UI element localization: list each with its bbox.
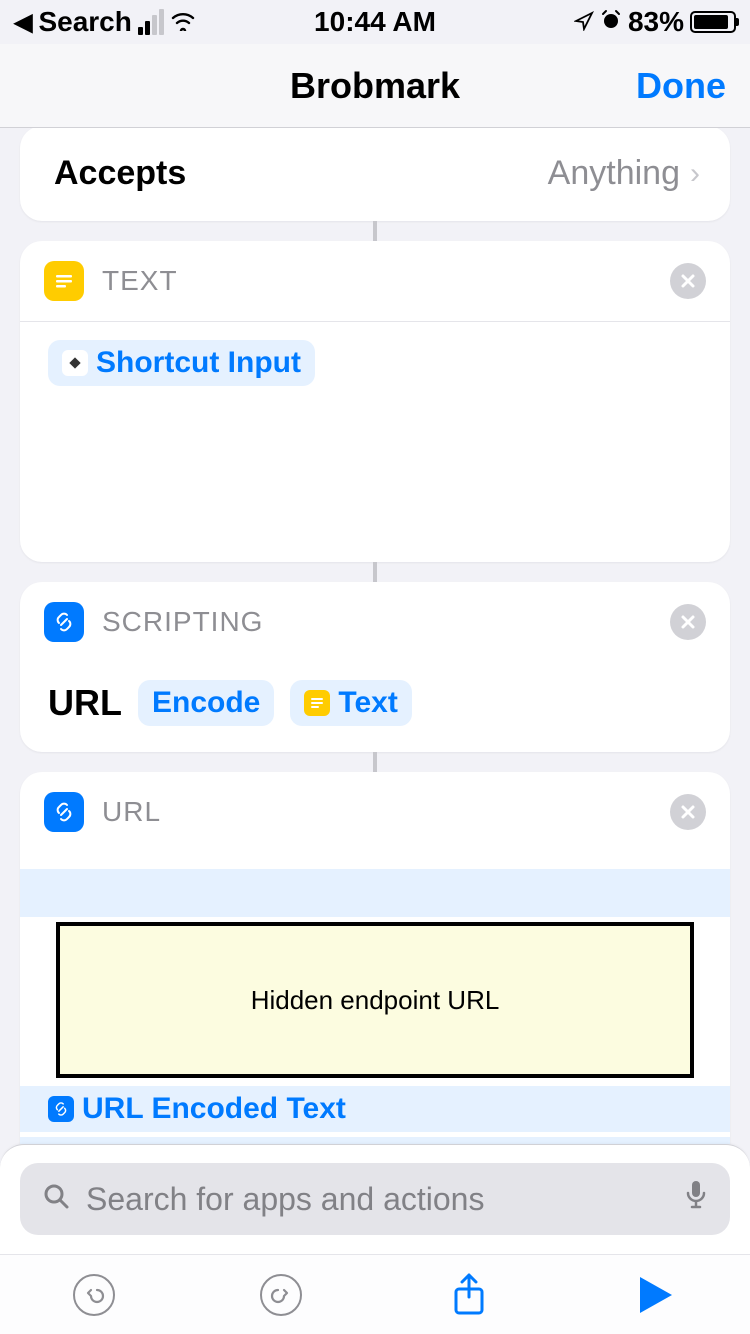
back-triangle-icon[interactable]: ◀ — [14, 8, 32, 37]
url-encoded-text-token[interactable]: URL Encoded Text — [48, 1090, 346, 1128]
scripting-action-card[interactable]: SCRIPTING URL Encode Text — [20, 582, 730, 752]
search-icon — [42, 1181, 70, 1218]
accepts-value[interactable]: Anything › — [548, 154, 700, 193]
delete-scripting-action-button[interactable] — [670, 604, 706, 640]
text-action-body[interactable]: Shortcut Input — [20, 322, 730, 562]
url-action-card[interactable]: URL Hidden endpoint URL URL Encoded Text — [20, 772, 730, 1144]
status-bar: ◀ Search 10:44 AM 83% — [0, 0, 750, 44]
hidden-url-overlay: Hidden endpoint URL — [56, 922, 694, 1078]
play-icon — [640, 1277, 672, 1313]
microphone-icon[interactable] — [684, 1179, 708, 1219]
encode-param-token[interactable]: Encode — [138, 680, 274, 726]
url-text-line — [20, 1137, 730, 1144]
link-icon — [44, 602, 84, 642]
shortcut-input-token-icon — [62, 350, 88, 376]
url-label: URL — [48, 682, 122, 724]
url-action-title: URL — [102, 796, 161, 828]
wifi-icon — [170, 6, 196, 38]
accepts-card[interactable]: Accepts Anything › — [20, 128, 730, 221]
url-action-body[interactable]: Hidden endpoint URL URL Encoded Text — [20, 852, 730, 1144]
shortcut-input-token[interactable]: Shortcut Input — [48, 340, 315, 386]
scripting-action-body: URL Encode Text — [20, 662, 730, 752]
text-action-card[interactable]: TEXT Shortcut Input — [20, 241, 730, 562]
battery-icon — [690, 11, 736, 33]
connector-line — [373, 562, 377, 582]
alarm-icon — [600, 6, 622, 38]
status-left: ◀ Search — [14, 6, 196, 38]
link-token-icon — [48, 1096, 74, 1122]
text-token-icon — [304, 690, 330, 716]
status-time: 10:44 AM — [314, 6, 436, 38]
share-button[interactable] — [447, 1273, 491, 1317]
workflow-content: Accepts Anything › TEXT Shortcut In — [0, 128, 750, 1144]
delete-url-action-button[interactable] — [670, 794, 706, 830]
link-icon — [44, 792, 84, 832]
search-input[interactable]: Search for apps and actions — [20, 1163, 730, 1235]
search-placeholder: Search for apps and actions — [86, 1181, 668, 1218]
scripting-action-title: SCRIPTING — [102, 606, 263, 638]
connector-line — [373, 752, 377, 772]
redo-button[interactable] — [259, 1273, 303, 1317]
text-icon — [44, 261, 84, 301]
done-button[interactable]: Done — [636, 65, 726, 107]
location-icon — [574, 6, 594, 38]
delete-text-action-button[interactable] — [670, 263, 706, 299]
accepts-label: Accepts — [54, 154, 186, 193]
page-title: Brobmark — [290, 65, 460, 107]
undo-button[interactable] — [72, 1273, 116, 1317]
cellular-icon — [138, 9, 164, 35]
status-right: 83% — [574, 6, 736, 38]
url-text-line — [20, 869, 730, 917]
chevron-right-icon: › — [690, 157, 700, 191]
search-panel: Search for apps and actions — [0, 1144, 750, 1254]
connector-line — [373, 221, 377, 241]
text-action-title: TEXT — [102, 265, 178, 297]
text-variable-token[interactable]: Text — [290, 680, 411, 726]
back-app-label[interactable]: Search — [38, 6, 131, 38]
nav-bar: Brobmark Done — [0, 44, 750, 128]
battery-pct: 83% — [628, 6, 684, 38]
bottom-toolbar — [0, 1254, 750, 1334]
run-button[interactable] — [634, 1273, 678, 1317]
